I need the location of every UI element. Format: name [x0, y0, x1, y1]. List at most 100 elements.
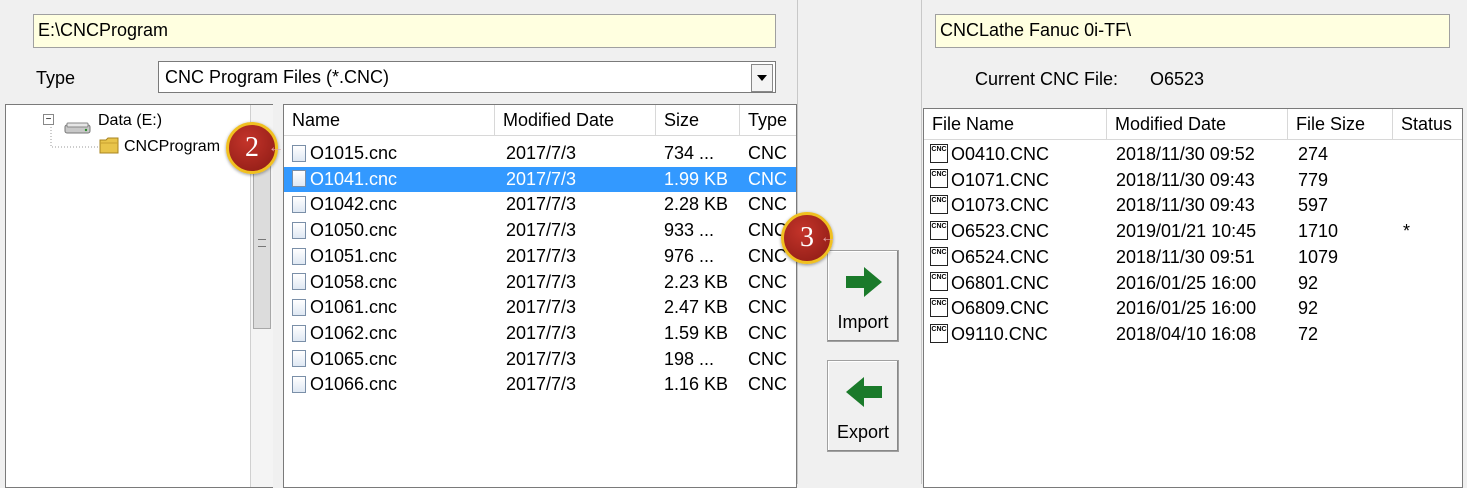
file-size: 274 [1298, 144, 1329, 164]
cnc-file-icon: CNC [930, 195, 948, 215]
file-name: O1015.cnc [310, 143, 398, 163]
file-date: 2017/7/3 [506, 271, 577, 292]
current-cnc-file-label: Current CNC File: [975, 69, 1119, 89]
current-cnc-file-value: O6523 [1150, 69, 1205, 89]
file-name: O1062.cnc [310, 322, 398, 343]
table-row[interactable]: CNC O6524.CNC 2018/11/30 09:51 1079 [924, 245, 1462, 270]
table-row[interactable]: O1066.cnc 2017/7/3 1.16 KB CNC [284, 372, 796, 397]
file-name: O1071.CNC [951, 169, 1050, 190]
cnc-file-icon: CNC [930, 272, 948, 292]
col-header-modified-date-right[interactable]: Modified Date [1107, 109, 1288, 139]
arrow-right-icon [844, 265, 884, 304]
arrow-left-icon [844, 375, 884, 414]
file-size: 597 [1298, 195, 1329, 216]
file-date: 2017/7/3 [506, 245, 577, 266]
file-icon [292, 350, 306, 368]
chevron-down-icon[interactable] [751, 64, 773, 92]
table-row[interactable]: O1065.cnc 2017/7/3 198 ... CNC [284, 347, 796, 372]
file-date: 2017/7/3 [506, 348, 577, 369]
folder-icon [99, 136, 119, 154]
file-date: 2019/01/21 10:45 [1116, 221, 1257, 242]
file-icon [292, 247, 306, 265]
file-size: 1.16 KB [664, 374, 729, 395]
col-header-size[interactable]: Size [656, 105, 740, 135]
table-row[interactable]: O1058.cnc 2017/7/3 2.23 KB CNC [284, 270, 796, 295]
file-date: 2017/7/3 [506, 297, 577, 318]
drive-label[interactable]: Data (E:) [98, 110, 162, 132]
right-path-field[interactable]: CNCLathe Fanuc 0i-TF\ [935, 14, 1450, 48]
file-name: O1051.cnc [310, 245, 398, 266]
file-type: CNC [748, 271, 787, 292]
file-name: O1065.cnc [310, 348, 398, 369]
col-header-name[interactable]: Name [284, 105, 495, 135]
col-header-status[interactable]: Status [1393, 109, 1462, 139]
table-row[interactable]: O1050.cnc 2017/7/3 933 ... CNC [284, 218, 796, 243]
table-row[interactable]: CNC O6809.CNC 2016/01/25 16:00 92 [924, 296, 1462, 321]
file-size: 1710 [1298, 221, 1339, 242]
import-button[interactable]: Import [827, 250, 899, 342]
file-date: 2017/7/3 [506, 194, 577, 215]
middle-divider-right [921, 0, 922, 484]
file-name: O6801.CNC [951, 272, 1050, 293]
file-name: O9110.CNC [951, 323, 1048, 344]
table-row[interactable]: O1061.cnc 2017/7/3 2.47 KB CNC [284, 295, 796, 320]
export-button[interactable]: Export [827, 360, 899, 452]
file-icon [292, 170, 306, 188]
file-size: 92 [1298, 298, 1319, 319]
file-name: O0410.CNC [951, 144, 1050, 164]
cnc-file-icon: CNC [930, 323, 948, 343]
cnc-file-icon: CNC [930, 220, 948, 240]
col-header-modified-date[interactable]: Modified Date [495, 105, 656, 135]
file-date: 2018/11/30 09:52 [1116, 144, 1255, 164]
col-header-type[interactable]: Type [740, 105, 796, 135]
file-date: 2018/04/10 16:08 [1116, 323, 1257, 344]
file-icon [292, 273, 306, 291]
table-row[interactable]: CNC O1073.CNC 2018/11/30 09:43 597 [924, 193, 1462, 218]
file-date: 2017/7/3 [506, 220, 577, 241]
col-header-file-size[interactable]: File Size [1288, 109, 1393, 139]
table-row[interactable]: O1015.cnc 2017/7/3 734 ... CNC [284, 141, 796, 166]
file-icon [292, 376, 306, 394]
file-date: 2017/7/3 [506, 322, 577, 343]
file-date: 2018/11/30 09:43 [1116, 195, 1255, 216]
file-size: 976 ... [664, 245, 715, 266]
left-path-field[interactable]: E:\CNCProgram [33, 14, 776, 48]
file-date: 2017/7/3 [506, 143, 577, 163]
right-list-header: File Name Modified Date File Size Status [924, 109, 1462, 140]
file-status: * [1403, 221, 1411, 242]
step-badge-2-number: 2 [245, 132, 259, 163]
file-size: 2.23 KB [664, 271, 729, 292]
file-type-select[interactable]: CNC Program Files (*.CNC) [158, 61, 776, 93]
left-file-list[interactable]: Name Modified Date Size Type O1015.cnc 20… [283, 104, 797, 488]
file-name: O1061.cnc [310, 297, 398, 318]
arrow-pointer-icon: ← [268, 139, 284, 156]
drive-icon [64, 118, 92, 134]
file-name: O1073.CNC [951, 195, 1050, 216]
table-row[interactable]: CNC O6801.CNC 2016/01/25 16:00 92 [924, 271, 1462, 296]
arrow-pointer-icon: ← [820, 229, 836, 246]
collapse-toggle-icon[interactable]: − [43, 114, 54, 125]
table-row[interactable]: CNC O0410.CNC 2018/11/30 09:52 274 [924, 142, 1462, 167]
table-row[interactable]: CNC O9110.CNC 2018/04/10 16:08 72 [924, 322, 1462, 347]
folder-label-cncprogram[interactable]: CNCProgram [124, 136, 220, 158]
file-icon [292, 298, 306, 316]
right-file-list[interactable]: File Name Modified Date File Size Status… [923, 108, 1463, 488]
file-name: O6524.CNC [951, 246, 1050, 267]
file-size: 1079 [1298, 246, 1339, 267]
cnc-file-icon: CNC [930, 246, 948, 266]
table-row[interactable]: O1051.cnc 2017/7/3 976 ... CNC [284, 244, 796, 269]
file-name: O6809.CNC [951, 298, 1050, 319]
col-header-file-name[interactable]: File Name [924, 109, 1107, 139]
file-name: O6523.CNC [951, 221, 1050, 242]
file-date: 2017/7/3 [506, 168, 577, 189]
file-date: 2018/11/30 09:43 [1116, 169, 1255, 190]
file-date: 2016/01/25 16:00 [1116, 272, 1257, 293]
file-size: 779 [1298, 169, 1329, 190]
table-row[interactable]: O1042.cnc 2017/7/3 2.28 KB CNC [284, 192, 796, 217]
table-row[interactable]: CNC O6523.CNC 2019/01/21 10:45 1710 * [924, 219, 1462, 244]
file-size: 92 [1298, 272, 1319, 293]
file-size: 933 ... [664, 220, 715, 241]
table-row[interactable]: CNC O1071.CNC 2018/11/30 09:43 779 [924, 168, 1462, 193]
table-row[interactable]: O1062.cnc 2017/7/3 1.59 KB CNC [284, 321, 796, 346]
table-row[interactable]: O1041.cnc 2017/7/3 1.99 KB CNC [284, 166, 796, 192]
